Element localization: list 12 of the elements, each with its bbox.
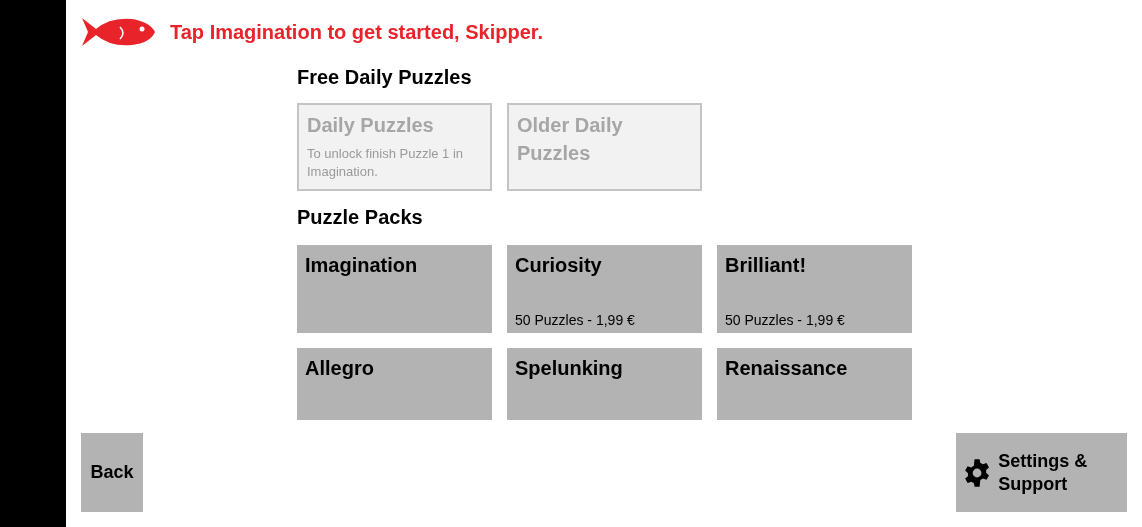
puzzle-pack-card[interactable]: Spelunking: [507, 348, 702, 420]
section-title: Puzzle Packs: [297, 205, 423, 230]
puzzle-pack-card[interactable]: Curiosity 50 Puzzles - 1,99 €: [507, 245, 702, 333]
puzzle-pack-card[interactable]: Brilliant! 50 Puzzles - 1,99 €: [717, 245, 912, 333]
fish-icon: [80, 15, 156, 49]
back-button[interactable]: Back: [81, 433, 143, 512]
header-message: Tap Imagination to get started, Skipper.: [170, 20, 544, 45]
puzzle-pack-card[interactable]: Imagination: [297, 245, 492, 333]
puzzle-pack-card[interactable]: Renaissance: [717, 348, 912, 420]
puzzle-pack-card[interactable]: Allegro: [297, 348, 492, 420]
section-title: Free Daily Puzzles: [297, 65, 472, 90]
settings-button[interactable]: Settings & Support: [956, 433, 1127, 512]
